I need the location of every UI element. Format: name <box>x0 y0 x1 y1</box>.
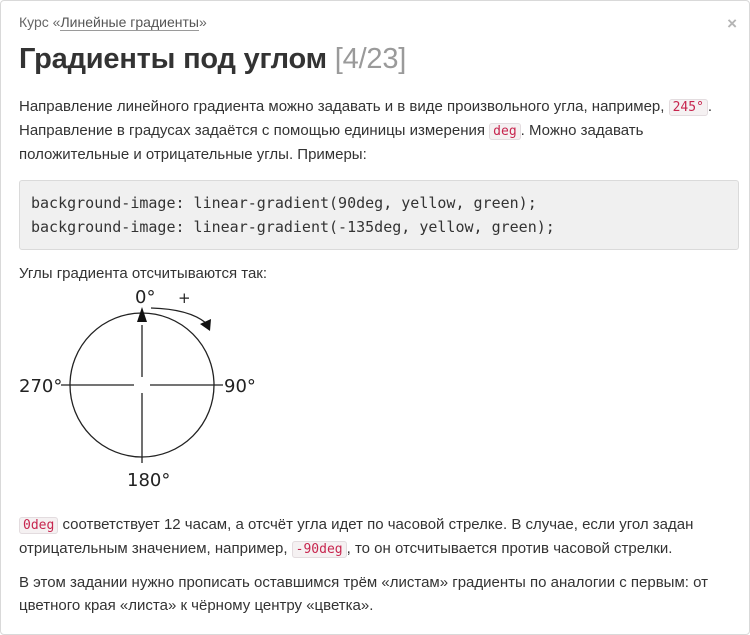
course-link[interactable]: Линейные градиенты <box>60 14 199 31</box>
close-icon[interactable]: × <box>727 15 737 32</box>
page-title: Градиенты под углом [4/23] <box>19 41 731 77</box>
code-line-2: background-image: linear-gradient(-135de… <box>31 218 555 236</box>
clockwise-arrow-icon <box>200 319 211 331</box>
up-arrow-icon <box>137 307 147 322</box>
course-breadcrumb: Курс «Линейные градиенты» <box>19 12 731 32</box>
zero-paragraph: 0deg соответствует 12 часам, а отсчёт уг… <box>19 513 731 561</box>
label-270: 270° <box>19 376 62 397</box>
course-prefix: Курс « <box>19 14 61 30</box>
inline-code-neg90deg: -90deg <box>291 541 347 558</box>
lesson-panel: Курс «Линейные градиенты» × Градиенты по… <box>0 0 750 635</box>
code-example-block: background-image: linear-gradient(90deg,… <box>19 180 739 250</box>
course-suffix: » <box>198 14 207 30</box>
angle-diagram: 0° + 90° 180° 270° <box>19 289 256 491</box>
code-line-1: background-image: linear-gradient(90deg,… <box>31 194 537 212</box>
intro-paragraph: Направление линейного градиента можно за… <box>19 95 731 166</box>
lesson-title: Градиенты под углом <box>19 43 327 75</box>
label-0: 0° <box>135 289 155 308</box>
angles-intro: Углы градиента отсчитываются так: <box>19 265 268 282</box>
lesson-counter: [4/23] <box>334 43 407 75</box>
inline-code-245: 245° <box>668 99 708 116</box>
inline-code-deg: deg <box>489 123 521 140</box>
intro-text-1: Направление линейного градиента можно за… <box>19 98 669 115</box>
task-paragraph: В этом задании нужно прописать оставшимс… <box>19 574 708 614</box>
zero-text-2: , то он отсчитывается против часовой стр… <box>346 540 673 557</box>
inline-code-0deg: 0deg <box>19 517 59 534</box>
label-180: 180° <box>127 470 170 491</box>
label-90: 90° <box>224 376 256 397</box>
label-plus: + <box>178 289 191 307</box>
